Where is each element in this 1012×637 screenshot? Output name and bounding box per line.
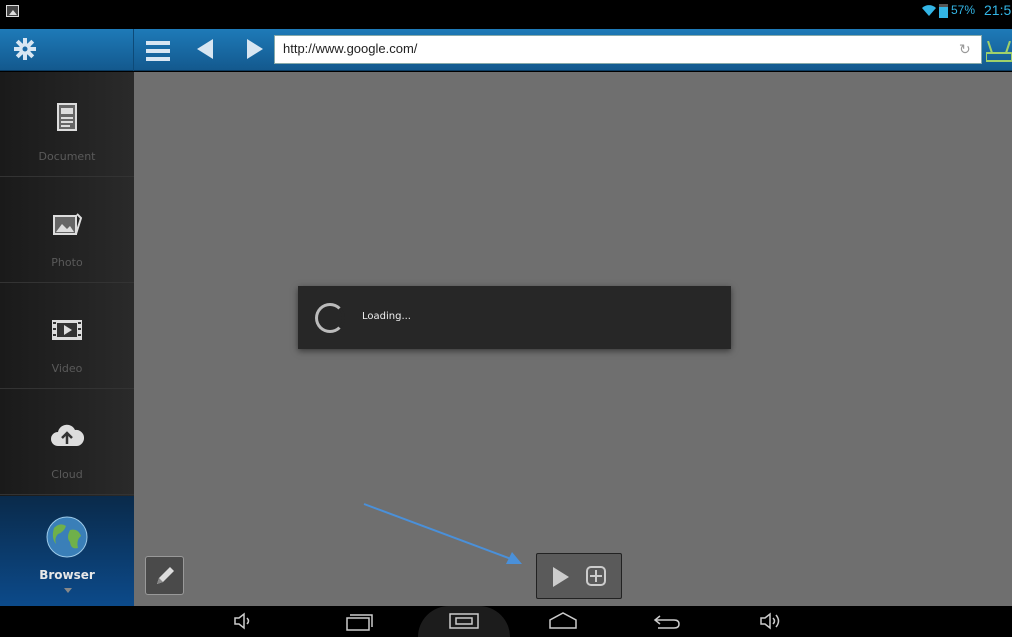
wifi-icon: [922, 5, 936, 16]
sidebar: Document Photo Video Cloud Browser: [0, 72, 134, 606]
browser-content[interactable]: Loading...: [134, 72, 1012, 606]
loading-dialog: Loading...: [298, 286, 731, 349]
play-icon[interactable]: [553, 567, 569, 587]
sidebar-item-label: Video: [51, 362, 83, 375]
refresh-icon[interactable]: ↻: [959, 42, 971, 58]
back-icon[interactable]: [197, 39, 213, 59]
annotation-arrow: [363, 503, 522, 564]
sidebar-item-browser[interactable]: Browser: [0, 496, 134, 606]
battery-percent: 57%: [951, 3, 976, 17]
cloud-icon: [51, 424, 84, 446]
pencil-icon: [157, 567, 174, 584]
photo-icon: [53, 213, 83, 235]
browser-toolbar: ↻: [0, 29, 1012, 71]
sidebar-item-cloud[interactable]: Cloud: [0, 390, 134, 495]
settings-button[interactable]: [0, 29, 134, 71]
menu-icon[interactable]: [146, 41, 170, 65]
video-icon: [52, 320, 82, 340]
home-icon[interactable]: [548, 610, 578, 632]
media-controls: [536, 553, 622, 599]
spinner-icon: [315, 303, 345, 333]
grid-icon[interactable]: [586, 566, 606, 586]
loading-text: Loading...: [362, 311, 411, 322]
back-nav-icon[interactable]: [652, 610, 682, 632]
sidebar-item-label: Cloud: [51, 468, 83, 481]
sidebar-item-photo[interactable]: Photo: [0, 178, 134, 283]
url-input[interactable]: [283, 41, 923, 56]
forward-icon[interactable]: [247, 39, 263, 59]
chevron-down-icon: [64, 588, 72, 593]
url-bar[interactable]: ↻: [274, 35, 982, 64]
globe-icon: [46, 516, 88, 558]
recent-apps-icon[interactable]: [344, 610, 374, 632]
sidebar-item-video[interactable]: Video: [0, 284, 134, 389]
settings-icon: [14, 38, 36, 60]
status-bar: 57% 21:5: [0, 0, 1012, 29]
sidebar-item-label: Document: [38, 150, 96, 163]
screenshot-icon[interactable]: [448, 610, 480, 632]
navigation-bar: [0, 606, 1012, 637]
volume-down-icon[interactable]: [232, 610, 254, 632]
connect-icon[interactable]: [986, 41, 1012, 63]
picture-notification-icon: [6, 5, 19, 17]
sidebar-item-label: Photo: [51, 256, 83, 269]
battery-icon: [939, 4, 948, 18]
clock: 21:5: [984, 2, 1012, 18]
volume-up-icon[interactable]: [758, 610, 784, 632]
annotate-button[interactable]: [145, 556, 184, 595]
sidebar-item-label: Browser: [39, 568, 95, 582]
document-icon: [57, 103, 77, 131]
sidebar-item-document[interactable]: Document: [0, 72, 134, 177]
